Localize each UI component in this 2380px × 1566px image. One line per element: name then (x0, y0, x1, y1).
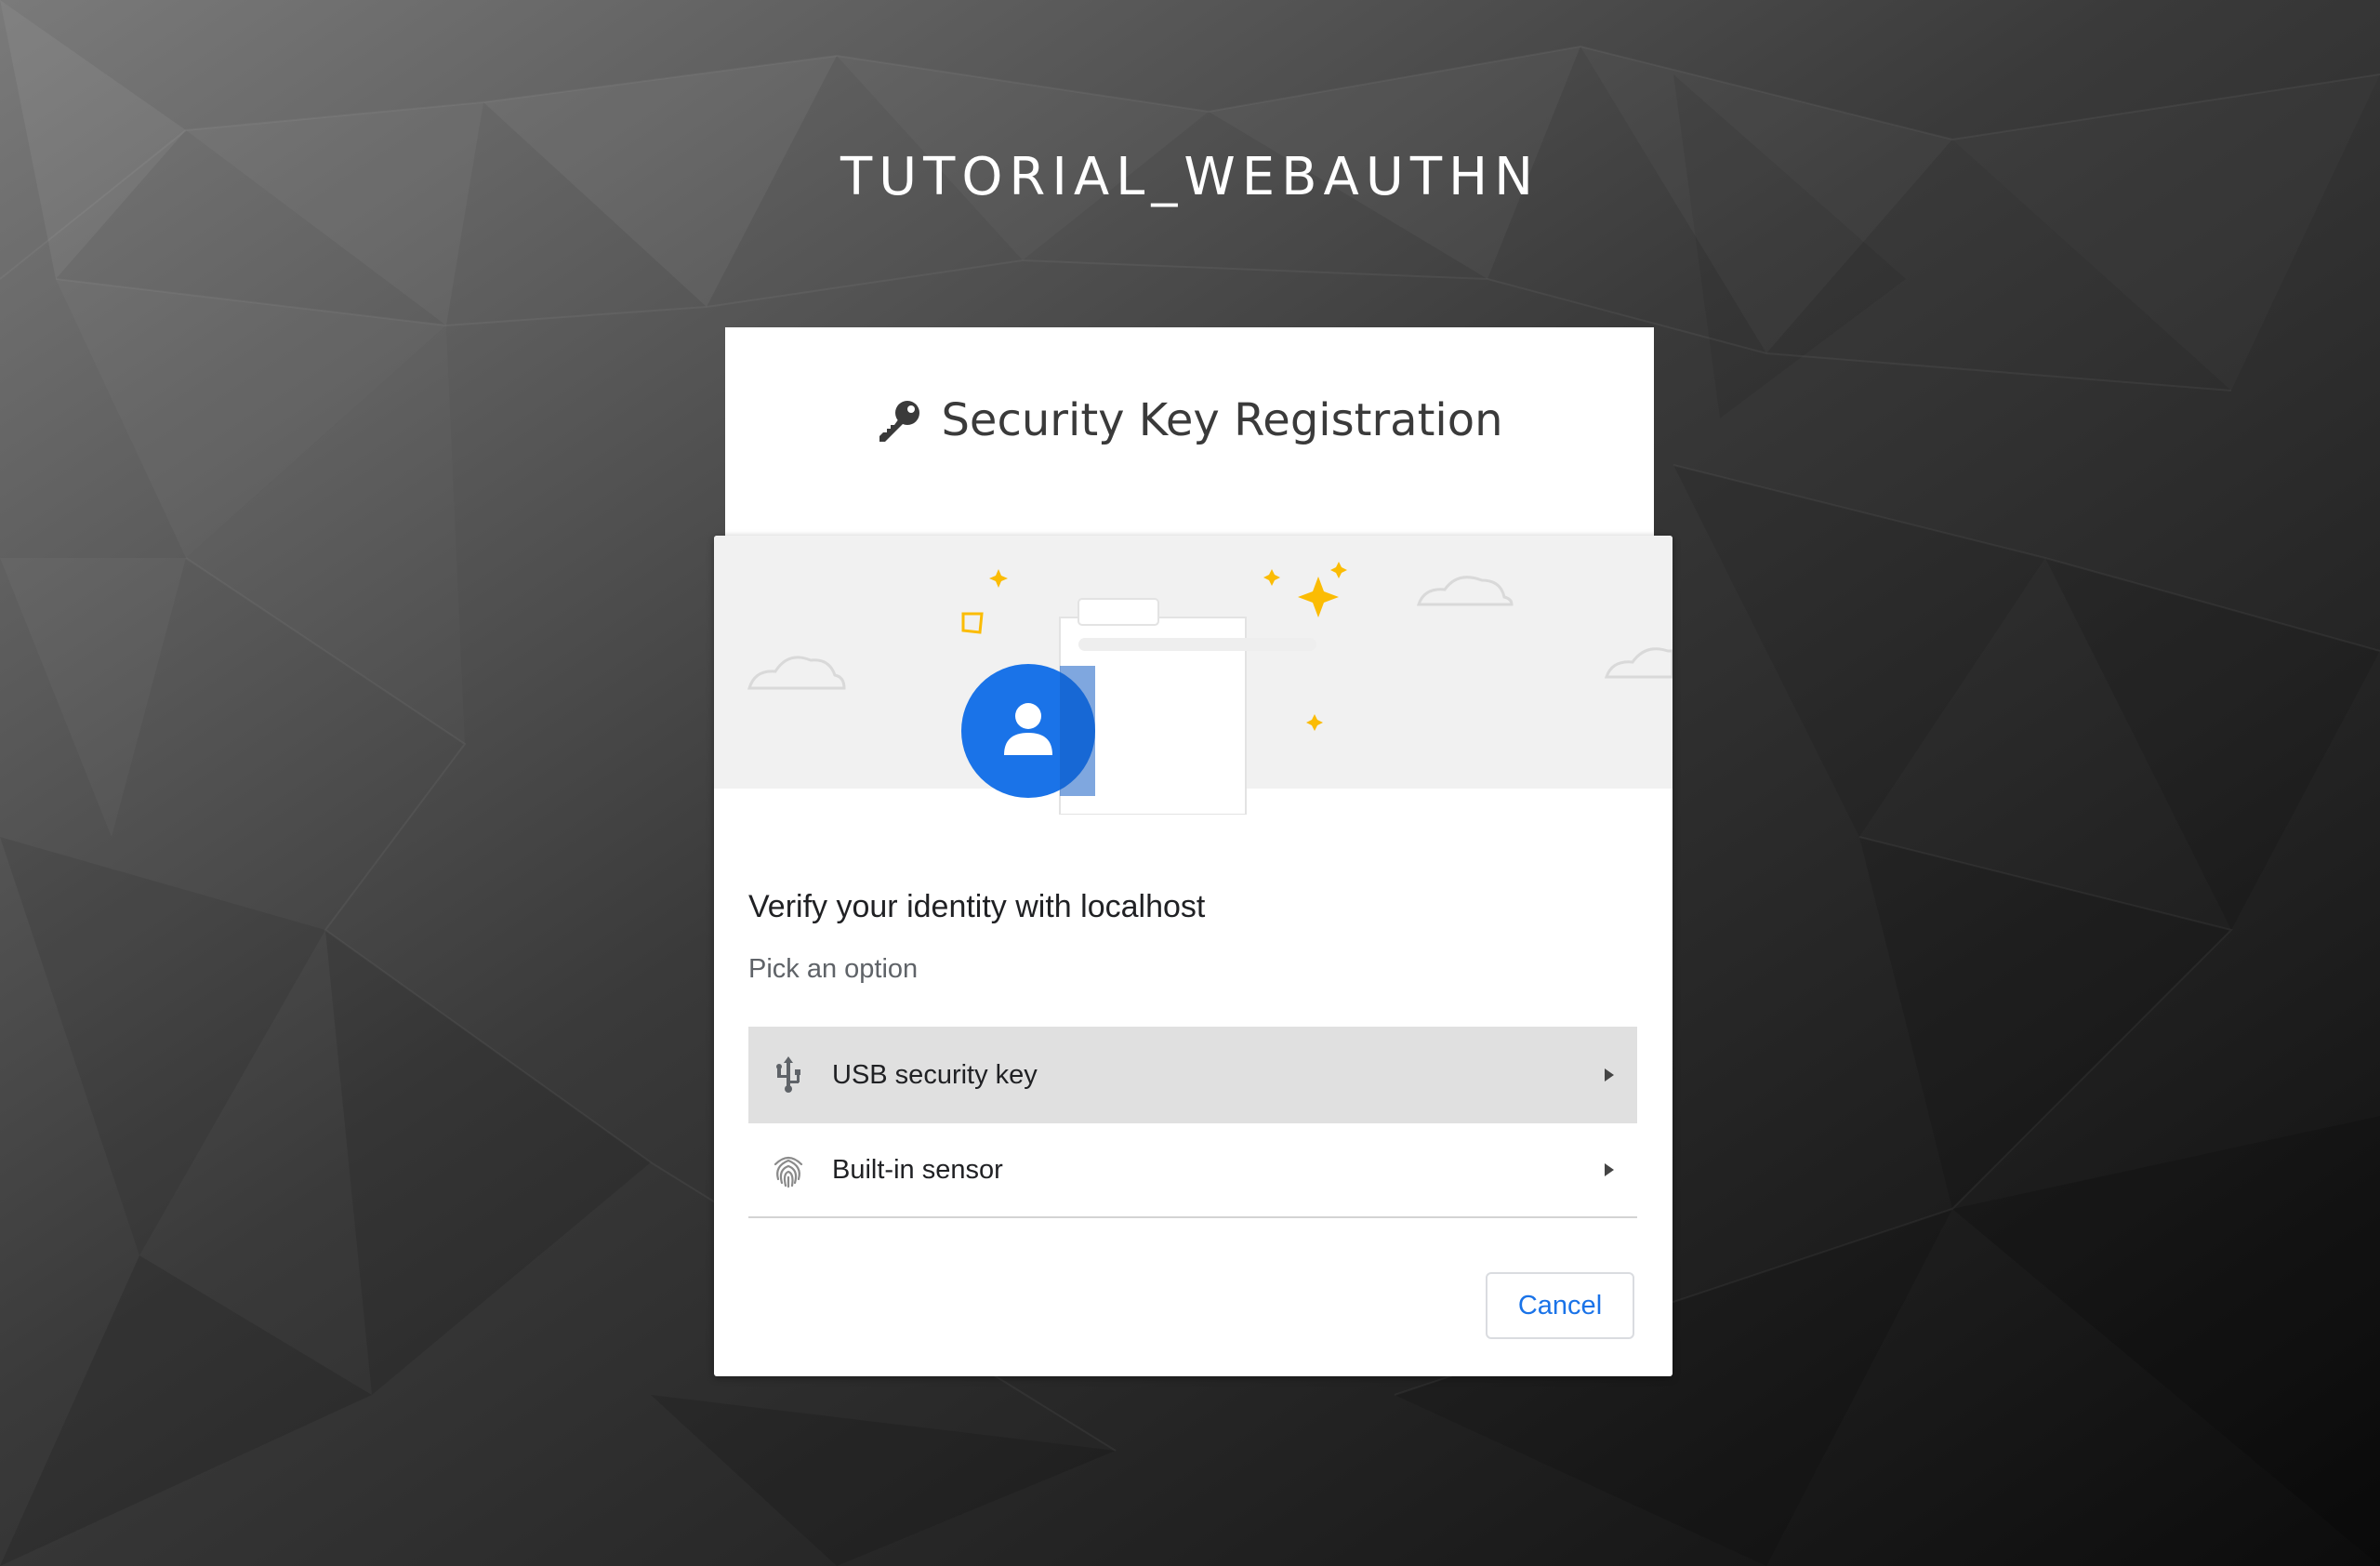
chevron-right-icon (1605, 1068, 1614, 1082)
option-label: USB security key (832, 1059, 1038, 1090)
dialog-subheading: Pick an option (748, 954, 919, 984)
webauthn-dialog: Verify your identity with localhost Pick… (714, 536, 1673, 1376)
card-title: Security Key Registration (725, 394, 1654, 446)
dialog-heading: Verify your identity with localhost (748, 889, 1206, 924)
illustration (714, 536, 1673, 815)
usb-icon (767, 1054, 810, 1096)
card-title-label: Security Key Registration (941, 394, 1503, 446)
fingerprint-icon (767, 1148, 810, 1191)
cancel-button[interactable]: Cancel (1486, 1272, 1634, 1339)
app-title: TUTORIAL_WEBAUTHN (840, 147, 1540, 207)
chevron-right-icon (1605, 1163, 1614, 1176)
option-usb-security-key[interactable]: USB security key (748, 1027, 1637, 1123)
option-built-in-sensor[interactable]: Built-in sensor (748, 1123, 1637, 1218)
registration-card: Security Key Registration (725, 327, 1654, 539)
key-icon (879, 401, 920, 442)
option-label: Built-in sensor (832, 1154, 1003, 1185)
